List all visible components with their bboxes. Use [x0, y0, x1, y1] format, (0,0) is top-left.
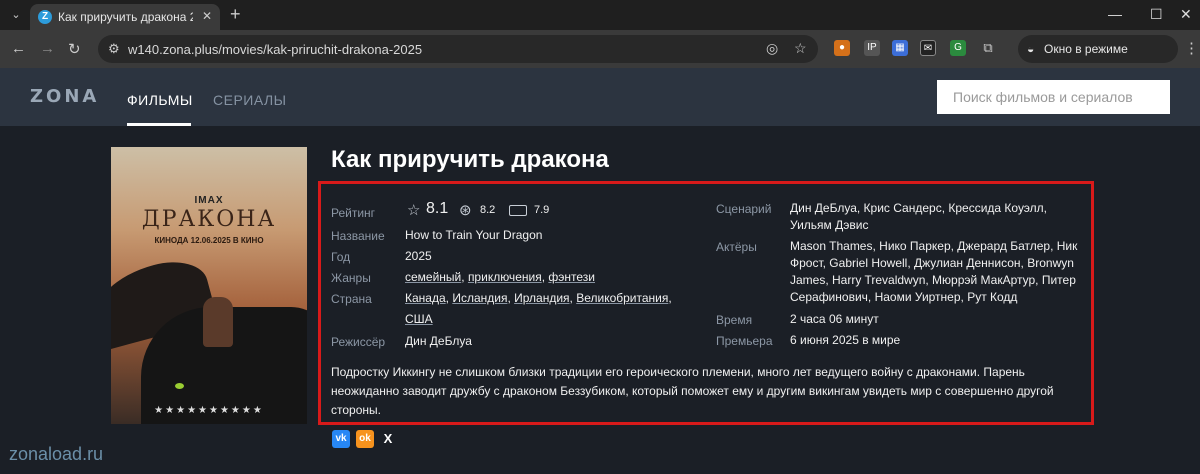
poster-rider [203, 297, 233, 347]
window-close-icon[interactable]: ✕ [1180, 6, 1192, 23]
country-link[interactable]: США [405, 311, 433, 328]
minimize-icon[interactable]: — [1108, 6, 1122, 22]
nav-series[interactable]: СЕРИАЛЫ [213, 92, 287, 108]
countries-list: Канада, Исландия, Ирландия, Великобритан… [405, 291, 672, 328]
description-line: Подростку Иккингу не слишком близки трад… [331, 365, 1025, 379]
poster-title: ДРАКОНА [141, 207, 277, 232]
maximize-icon[interactable]: ☐ [1150, 6, 1163, 23]
poster-dragon-eye [175, 383, 184, 389]
extension-2-icon[interactable]: IP [864, 40, 880, 56]
country-link[interactable]: Канада [405, 291, 446, 305]
director-label: Режиссёр [331, 335, 386, 349]
premiere-label: Премьера [716, 334, 773, 348]
genre-link[interactable]: приключения [468, 270, 542, 284]
rating-label: Рейтинг [331, 206, 376, 220]
movie-poster: IMAX ДРАКОНА КИНОДА 12.06.2025 В КИНО ★★… [111, 147, 307, 424]
poster-brand: IMAX [194, 195, 224, 206]
extension-5-icon[interactable]: G [950, 40, 966, 56]
actors-label: Актёры [716, 240, 757, 254]
site-logo[interactable]: ZONA [30, 86, 99, 107]
x-share-icon[interactable]: X [379, 430, 397, 448]
country-link[interactable]: Великобритания [576, 291, 668, 305]
url-text[interactable]: w140.zona.plus/movies/kak-priruchit-drak… [128, 42, 422, 57]
premiere-value: 6 июня 2025 в мире [790, 333, 901, 347]
actors-line-3: James, Harry Trevaldwyn, Мюррэй МакАртур… [790, 273, 1076, 287]
writers-label: Сценарий [716, 202, 772, 216]
extension-1-icon[interactable]: ● [834, 40, 850, 56]
genres-list: семейный, приключения, фэнтези [405, 270, 595, 284]
browser-menu-icon[interactable]: ⋮ [1184, 39, 1199, 57]
movie-description: Подростку Иккингу не слишком близки трад… [331, 363, 1081, 420]
back-icon[interactable]: ← [11, 40, 26, 57]
site-header: ZONA ФИЛЬМЫ СЕРИАЛЫ [0, 68, 1200, 126]
genre-link[interactable]: фэнтези [548, 270, 595, 284]
bookmark-star-icon[interactable]: ☆ [794, 40, 807, 57]
nav-movies[interactable]: ФИЛЬМЫ [127, 92, 193, 108]
rating-kp: 8.1 [426, 200, 449, 217]
description-line: неожиданно заводит дружбу с драконом Без… [331, 384, 1054, 398]
new-tab-icon[interactable]: + [230, 5, 241, 23]
poster-stars: ★★★★★★★★★★ [154, 405, 264, 416]
incognito-indicator[interactable]: ◒ Окно в режиме инкогнито [1018, 35, 1178, 84]
original-title-label: Название [331, 229, 385, 243]
nav-active-indicator [127, 123, 191, 126]
actors-line-4: Серафинович, Наоми Уиртнер, Рут Кодд [790, 290, 1018, 304]
year-label: Год [331, 250, 351, 264]
duration-value: 2 часа 06 минут [790, 312, 879, 326]
address-bar[interactable]: ⚙ w140.zona.plus/movies/kak-priruchit-dr… [98, 35, 818, 63]
vk-share-icon[interactable]: vk [332, 430, 350, 448]
battery-icon [509, 205, 527, 216]
ok-share-icon[interactable]: ok [356, 430, 374, 448]
site-info-icon[interactable]: ⚙ [108, 41, 120, 57]
country-link[interactable]: Исландия [452, 291, 507, 305]
writers-line-1: Дин ДеБлуа, Крис Сандерс, Крессида Коуэл… [790, 201, 1048, 215]
watermark: zonaload.ru [9, 444, 104, 464]
country-label: Страна [331, 292, 372, 306]
forward-icon[interactable]: → [40, 40, 55, 57]
writers-line-2: Уильям Дэвис [790, 218, 869, 232]
extension-3-icon[interactable]: ▦ [892, 40, 908, 56]
film-reel-icon: ⊛ [459, 202, 472, 219]
poster-release: КИНОДА 12.06.2025 В КИНО [154, 236, 264, 245]
reload-icon[interactable]: ↻ [68, 40, 81, 58]
zona-favicon-icon: Z [38, 10, 52, 24]
director-value: Дин ДеБлуа [405, 334, 472, 348]
movie-title: Как приручить дракона [331, 146, 609, 173]
rating-other: 7.9 [534, 204, 550, 216]
rating-imdb: 8.2 [480, 204, 496, 216]
eye-off-icon[interactable]: ◎ [766, 40, 778, 57]
browser-tabbar: ⌄ Z Как приручить дракона 2025 с ✕ + — ☐… [0, 0, 1200, 30]
original-title: How to Train Your Dragon [405, 228, 543, 242]
actors-line-2: Фрост, Gabriel Howell, Джулиан Деннисон,… [790, 256, 1074, 270]
incognito-icon: ◒ [1027, 42, 1035, 56]
browser-toolbar: ← → ↻ ⚙ w140.zona.plus/movies/kak-priruc… [0, 30, 1200, 84]
tab-search-icon[interactable]: ⌄ [6, 5, 26, 25]
extensions-puzzle-icon[interactable]: ⧉ [980, 40, 996, 56]
browser-tab[interactable]: Z Как приручить дракона 2025 с ✕ [30, 4, 220, 30]
tab-close-icon[interactable]: ✕ [202, 9, 212, 23]
extension-4-icon[interactable]: ✉ [920, 40, 936, 56]
description-line: стороны. [331, 403, 381, 417]
star-icon: ☆ [407, 202, 421, 219]
genres-label: Жанры [331, 271, 371, 285]
duration-label: Время [716, 313, 753, 327]
year-value: 2025 [405, 249, 432, 263]
search-input[interactable] [937, 80, 1170, 114]
tab-title: Как приручить дракона 2025 с [58, 10, 193, 24]
actors-line-1: Mason Thames, Нико Паркер, Джерард Батле… [790, 239, 1078, 253]
genre-link[interactable]: семейный [405, 270, 461, 284]
country-link[interactable]: Ирландия [514, 291, 569, 305]
